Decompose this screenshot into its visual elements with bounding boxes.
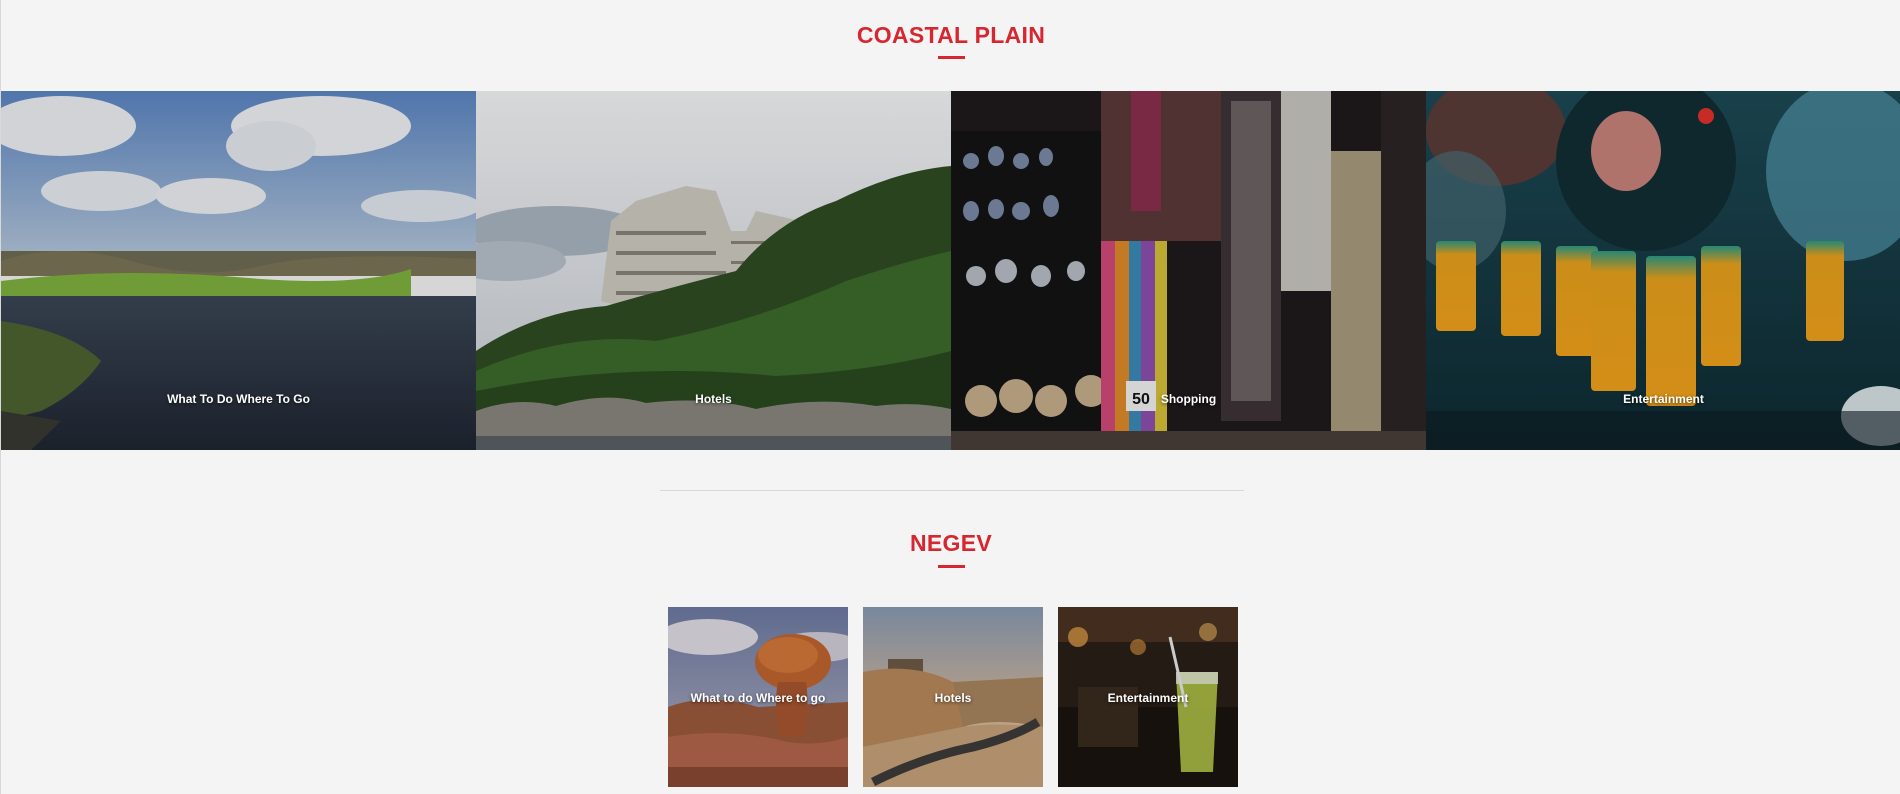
title-underline-coastal: [938, 56, 965, 59]
section-title-coastal-plain: COASTAL PLAIN: [856, 22, 1046, 48]
tile-label: Entertainment: [1107, 691, 1189, 705]
negev-gallery: What to do Where to go Hotels Entertainm…: [668, 607, 1238, 787]
tile-label: Hotels: [934, 691, 972, 705]
section-divider: [660, 490, 1244, 491]
coastal-plain-gallery: What To Do Where To Go Hotels 50 Shoppin…: [1, 91, 1900, 450]
tile-entertainment-negev[interactable]: Entertainment: [1058, 607, 1238, 787]
tile-label: What To Do Where To Go: [167, 392, 310, 406]
section-title-negev: NEGEV: [909, 530, 993, 556]
title-underline-negev: [938, 565, 965, 568]
tile-label: What to do Where to go: [690, 691, 826, 705]
tile-label: Shopping: [1160, 392, 1217, 406]
tile-entertainment-coastal[interactable]: Entertainment: [1426, 91, 1900, 450]
tile-hotels-negev[interactable]: Hotels: [863, 607, 1043, 787]
tile-hotels-coastal[interactable]: Hotels: [476, 91, 951, 450]
tile-label: Hotels: [695, 392, 732, 406]
tile-shopping-coastal[interactable]: 50 Shopping: [951, 91, 1426, 450]
tile-label: Entertainment: [1623, 392, 1704, 406]
tile-what-to-do-negev[interactable]: What to do Where to go: [668, 607, 848, 787]
tile-what-to-do-coastal[interactable]: What To Do Where To Go: [1, 91, 476, 450]
page: COASTAL PLAIN What To Do Where To Go Hot…: [0, 0, 1900, 794]
